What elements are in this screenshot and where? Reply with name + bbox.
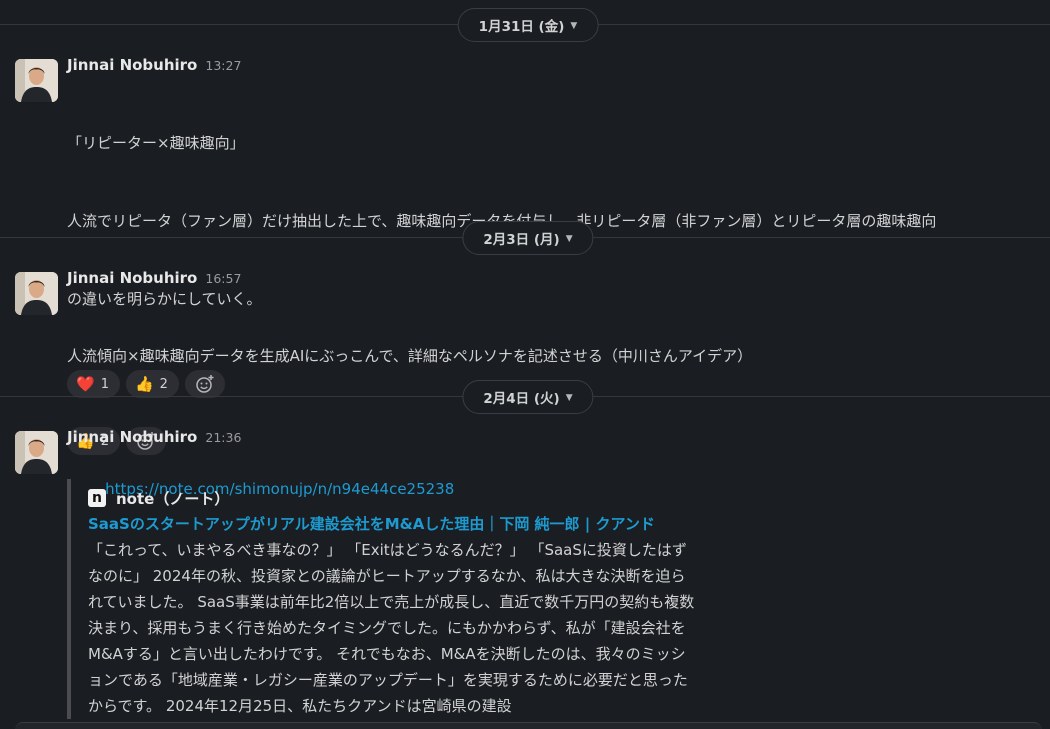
timestamp[interactable]: 16:57 xyxy=(205,271,241,286)
avatar[interactable] xyxy=(15,431,58,474)
message-line: 人流傾向×趣味趣向データを生成AIにぶっこんで、詳細なペルソナを記述させる（中川… xyxy=(67,347,753,365)
description-line: 決まり、採用もうまく行き始めたタイミングでした。にもかかわらず、私が「建設会社を xyxy=(88,619,686,637)
message-line: 「リピーター×趣味趣向」 xyxy=(67,134,245,152)
preview-site: n note（ノート） xyxy=(88,485,767,511)
date-jump-button[interactable]: 2月4日 (火) ▼ xyxy=(462,380,594,414)
preview-description: 「これって、いまやるべき事なの？」 「Exitはどうなるんだ？」 「SaaSに投… xyxy=(88,537,768,719)
composer-edge[interactable] xyxy=(15,722,1042,729)
description-line: れていました。 SaaS事業は前年比2倍以上で売上が成長し、直近で数千万円の契約… xyxy=(88,593,695,611)
author-name[interactable]: Jinnai Nobuhiro xyxy=(67,269,197,287)
day-divider: 2月4日 (火) ▼ xyxy=(0,380,1050,414)
date-label: 2月3日 (月) xyxy=(483,232,560,248)
author-name[interactable]: Jinnai Nobuhiro xyxy=(67,56,197,74)
description-line: なのに」 2024年の秋、投資家との議論がヒートアップするなか、私は大きな決断を… xyxy=(88,567,686,585)
avatar[interactable] xyxy=(15,272,58,315)
message-feed: 1月31日 (金) ▼ Jinnai Nobuhiro 13:27 「リピーター… xyxy=(0,0,1050,729)
author-name[interactable]: Jinnai Nobuhiro xyxy=(67,428,197,446)
link-preview[interactable]: n note（ノート） SaaSのスタートアップがリアル建設会社をM&Aした理由… xyxy=(67,479,767,719)
description-line: からです。 2024年12月25日、私たちクアンドは宮崎県の建設 xyxy=(88,697,512,715)
chevron-down-icon: ▼ xyxy=(570,20,578,31)
description-line: ョンである「地域産業・レガシー産業のアップデート」を実現するために必要だと思った xyxy=(88,671,688,689)
site-name: note（ノート） xyxy=(116,489,230,508)
date-label: 2月4日 (火) xyxy=(483,391,560,407)
preview-title-link[interactable]: SaaSのスタートアップがリアル建設会社をM&Aした理由｜下岡 純一郎 | クア… xyxy=(88,511,767,537)
description-line: 「これって、いまやるべき事なの？」 「Exitはどうなるんだ？」 「SaaSに投… xyxy=(88,541,687,559)
chevron-down-icon: ▼ xyxy=(565,392,573,403)
avatar[interactable] xyxy=(15,59,58,102)
date-jump-button[interactable]: 2月3日 (月) ▼ xyxy=(462,221,594,255)
date-jump-button[interactable]: 1月31日 (金) ▼ xyxy=(457,8,599,42)
description-line: M&Aする」と言い出したわけです。 それでもなお、M&Aを決断したのは、我々のミ… xyxy=(88,645,686,663)
note-logo-icon: n xyxy=(88,489,106,507)
day-divider: 1月31日 (金) ▼ xyxy=(0,8,1050,42)
timestamp[interactable]: 13:27 xyxy=(205,58,241,73)
chevron-down-icon: ▼ xyxy=(565,233,573,244)
timestamp[interactable]: 21:36 xyxy=(205,430,241,445)
date-label: 1月31日 (金) xyxy=(478,19,565,35)
day-divider: 2月3日 (月) ▼ xyxy=(0,221,1050,255)
